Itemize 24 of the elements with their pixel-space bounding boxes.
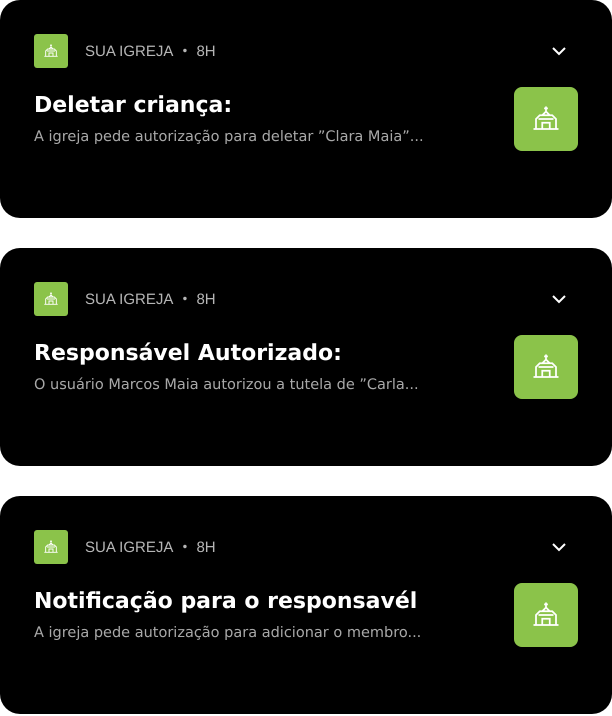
notification-body: O usuário Marcos Maia autorizou a tutela de ”Carla... xyxy=(34,377,420,393)
chevron-down-icon[interactable] xyxy=(551,542,567,552)
notification-card[interactable]: SUA IGREJA • 8H Notificação para o responsavél A igreja pede autorização para adicionar o membro... xyxy=(0,496,612,714)
chevron-down-icon[interactable] xyxy=(551,46,567,56)
app-name: SUA IGREJA xyxy=(85,42,174,60)
separator: • xyxy=(181,540,188,554)
notification-card[interactable]: SUA IGREJA • 8H Responsável Autorizado: O usuário Marcos Maia autorizou a tutela de ”Carla... xyxy=(0,248,612,466)
church-icon xyxy=(43,539,59,555)
separator: • xyxy=(181,44,188,58)
church-icon xyxy=(43,291,59,307)
notification-card[interactable]: SUA IGREJA • 8H Deletar criança: A igreja pede autorização para deletar ”Clara Maia”... xyxy=(0,0,612,218)
notification-title: Deletar criança: xyxy=(34,93,234,118)
app-name: SUA IGREJA xyxy=(85,538,174,556)
chevron-down-icon[interactable] xyxy=(551,294,567,304)
notification-title: Responsável Autorizado: xyxy=(34,341,343,366)
time-label: 8H xyxy=(196,538,216,556)
time-label: 8H xyxy=(196,290,216,308)
separator: • xyxy=(181,292,188,306)
time-label: 8H xyxy=(196,42,216,60)
notification-body: A igreja pede autorização para adicionar o membro... xyxy=(34,625,422,641)
church-icon xyxy=(43,43,59,59)
app-name: SUA IGREJA xyxy=(85,290,174,308)
notification-title: Notificação para o responsavél xyxy=(34,589,418,614)
notification-body: A igreja pede autorização para deletar ”Clara Maia”... xyxy=(34,129,425,145)
